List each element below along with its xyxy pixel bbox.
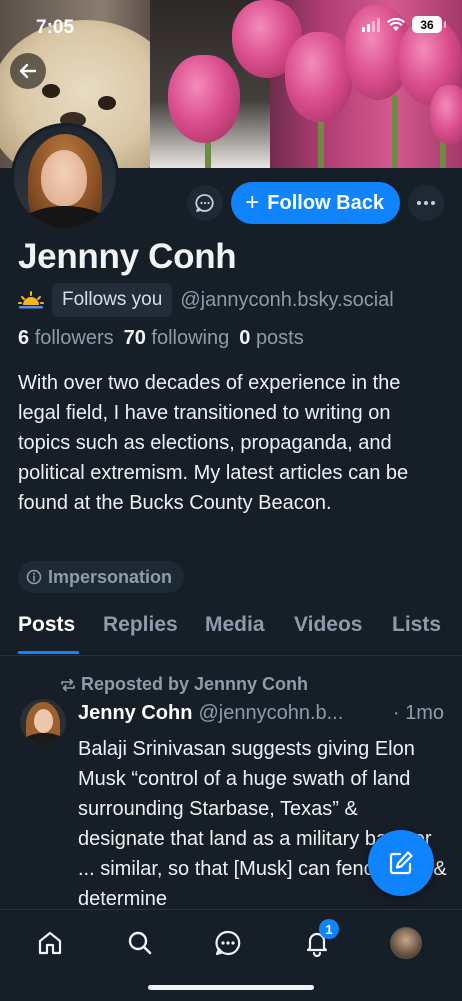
banner-tulip-image (168, 55, 240, 143)
tab-posts[interactable]: Posts (18, 613, 75, 637)
post-header: Jenny Cohn @jennycohn.b... (78, 702, 343, 725)
repost-label: Reposted by Jennny Conh (81, 674, 309, 694)
impersonation-label: Impersonation (48, 566, 173, 587)
repost-icon (61, 678, 75, 691)
posts-count: 0 posts (239, 327, 304, 349)
info-icon (26, 569, 42, 585)
message-button[interactable] (187, 185, 224, 221)
following-count-link[interactable]: 70 following (124, 327, 230, 350)
nav-home[interactable] (32, 925, 68, 961)
status-icons: 36 (362, 16, 446, 33)
home-indicator[interactable] (148, 985, 314, 990)
tab-replies[interactable]: Replies (103, 613, 178, 637)
wifi-icon (387, 17, 405, 31)
status-time: 7:05 (36, 17, 75, 38)
profile-counts: 6 followers 70 following 0 posts (18, 327, 304, 350)
nav-notifications[interactable]: 1 (299, 919, 339, 961)
tab-videos[interactable]: Videos (294, 613, 362, 637)
notification-count-badge: 1 (319, 919, 339, 939)
sunrise-emoji-icon (18, 291, 44, 309)
plus-icon: + (245, 189, 260, 216)
profile-meta-row: Follows you @jannyconh.bsky.social (18, 283, 394, 317)
ellipsis-icon (417, 201, 435, 205)
follow-back-label: Follow Back (267, 191, 384, 214)
follows-you-badge: Follows you (52, 283, 173, 317)
compose-button[interactable] (368, 830, 434, 896)
profile-avatar[interactable] (11, 123, 119, 231)
nav-search[interactable] (122, 925, 158, 961)
post-author-avatar[interactable] (20, 699, 66, 745)
repost-indicator[interactable]: Reposted by Jennny Conh (60, 674, 308, 695)
tab-lists[interactable]: Lists (392, 613, 441, 637)
nav-profile[interactable] (388, 925, 424, 961)
home-icon (38, 931, 62, 955)
profile-actions: + Follow Back (187, 182, 444, 224)
profile-bio: With over two decades of experience in t… (18, 372, 409, 514)
more-options-button[interactable] (408, 185, 444, 221)
signal-icon (362, 17, 380, 32)
post-author-handle[interactable]: @jennycohn.b... (198, 702, 343, 725)
impersonation-label-badge[interactable]: Impersonation (18, 561, 185, 593)
battery-icon: 36 (412, 16, 446, 33)
post-author-name[interactable]: Jenny Cohn (78, 702, 192, 725)
nav-chat[interactable] (210, 925, 246, 961)
followers-count-link[interactable]: 6 followers (18, 327, 114, 350)
follow-back-button[interactable]: + Follow Back (231, 182, 400, 224)
post-timestamp: · 1mo (392, 702, 444, 724)
profile-tabs: Posts Replies Media Videos Lists (0, 603, 462, 656)
arrow-left-icon (19, 63, 37, 79)
tab-media[interactable]: Media (205, 613, 265, 637)
chat-bubble-icon (195, 194, 214, 212)
active-tab-indicator (18, 651, 79, 654)
search-icon (128, 931, 152, 955)
profile-handle[interactable]: @jannyconh.bsky.social (180, 289, 393, 312)
profile-avatar-small (390, 927, 422, 959)
compose-icon (389, 851, 413, 875)
chat-icon (215, 930, 241, 956)
profile-display-name: Jennny Conh (18, 237, 237, 276)
back-button[interactable] (10, 53, 46, 89)
